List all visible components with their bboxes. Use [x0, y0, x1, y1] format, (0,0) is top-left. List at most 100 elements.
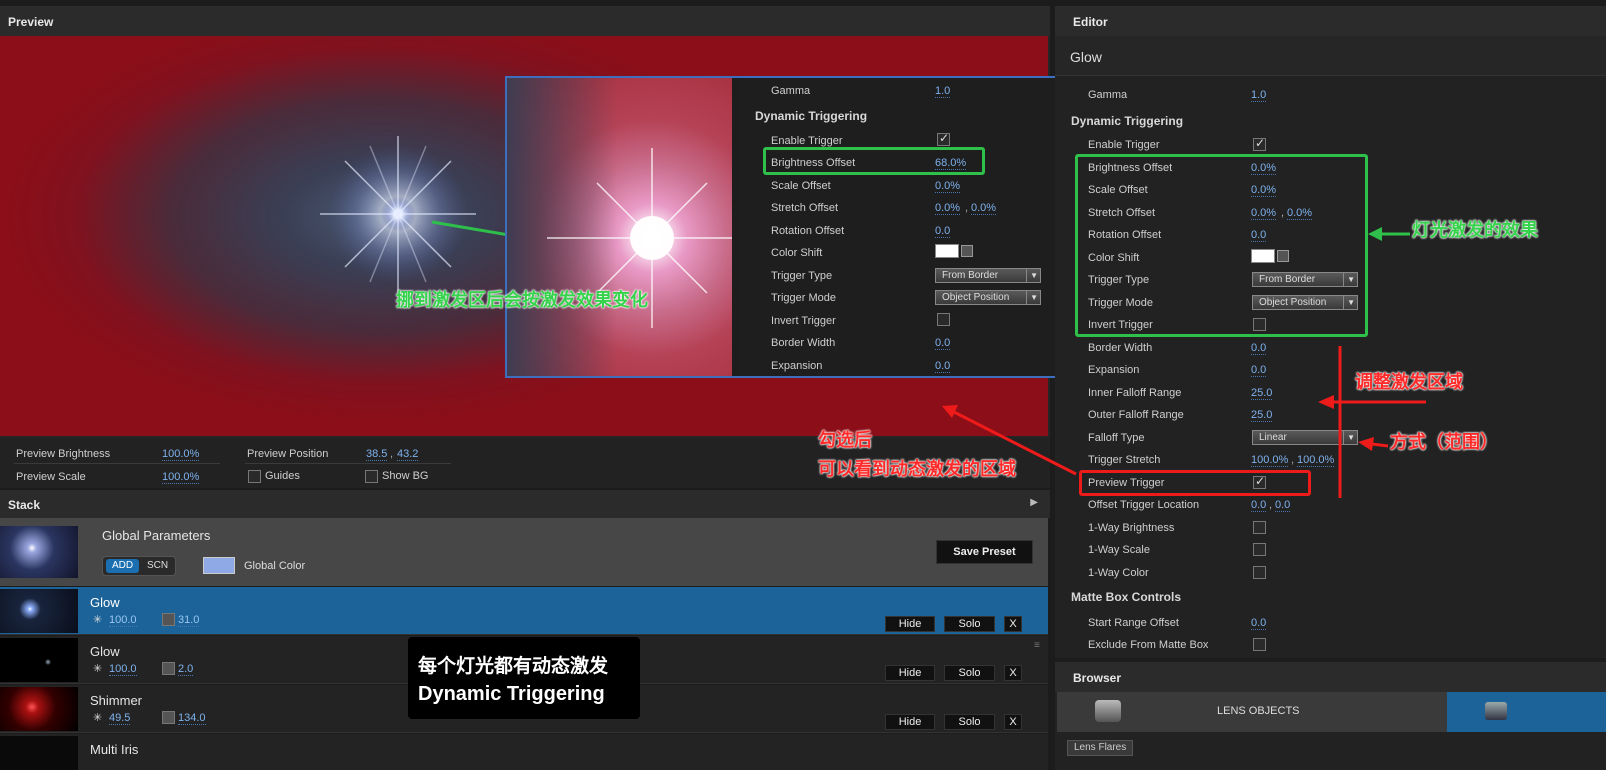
- global-color-swatch[interactable]: [203, 557, 235, 574]
- inset-color-swatch[interactable]: [935, 244, 973, 258]
- outer-falloff-value[interactable]: 25.0: [1251, 409, 1273, 422]
- guides-checkbox[interactable]: [248, 470, 261, 483]
- annotation-red-mode: 方式（范围）: [1390, 432, 1498, 452]
- stack-expand-icon[interactable]: ▶: [1030, 497, 1038, 508]
- inner-falloff-label: Inner Falloff Range: [1088, 387, 1182, 399]
- preview-brightness-value[interactable]: 100.0%: [162, 448, 200, 461]
- editor-highlight-red: [1079, 470, 1311, 496]
- layer-brightness[interactable]: 49.5: [109, 712, 131, 725]
- browser-tab-secondary[interactable]: [1447, 692, 1606, 732]
- guides-label: Guides: [265, 470, 300, 482]
- scale-icon: [162, 613, 175, 626]
- section-matte-box: Matte Box Controls: [1071, 590, 1182, 604]
- lens-objects-tab[interactable]: LENS OBJECTS: [1057, 692, 1449, 732]
- expansion-label: Expansion: [1088, 364, 1140, 376]
- remove-button[interactable]: X: [1004, 616, 1022, 632]
- inset-flare-image: [507, 78, 732, 376]
- expansion-value[interactable]: 0.0: [1251, 364, 1267, 377]
- scale-icon: [162, 711, 175, 724]
- inset-gamma-value[interactable]: 1.0: [935, 85, 951, 98]
- layer-name: Glow: [90, 595, 120, 610]
- trigger-stretch-x[interactable]: 100.0%: [1251, 454, 1289, 467]
- annotation-red-area: 调整激发区域: [1355, 372, 1463, 392]
- inset-type-dropdown[interactable]: From Border: [935, 268, 1041, 283]
- editor-row-expansion: Expansion 0.0: [1055, 359, 1606, 381]
- layer-brightness[interactable]: 100.0: [109, 614, 137, 627]
- annotation-red-check-2: 可以看到动态激发的区域: [818, 459, 1016, 479]
- oneway-scale-checkbox[interactable]: [1253, 543, 1266, 556]
- editor-highlight-green: [1075, 154, 1368, 337]
- preview-scale-value[interactable]: 100.0%: [162, 471, 200, 484]
- show-bg-checkbox[interactable]: [365, 470, 378, 483]
- enable-trigger-checkbox[interactable]: [1253, 136, 1266, 151]
- inset-gamma-label: Gamma: [771, 85, 811, 97]
- inset-scale-value[interactable]: 0.0%: [935, 180, 961, 193]
- brightness-icon: ✳: [93, 712, 103, 724]
- layer-thumb: [0, 736, 78, 770]
- falloff-type-dropdown[interactable]: Linear: [1252, 430, 1358, 445]
- preview-position-x[interactable]: 38.5: [366, 448, 388, 461]
- offset-location-y[interactable]: 0.0: [1275, 499, 1291, 512]
- gamma-value[interactable]: 1.0: [1251, 89, 1267, 102]
- remove-button[interactable]: X: [1004, 714, 1022, 730]
- layer-brightness[interactable]: 100.0: [109, 663, 137, 676]
- oneway-color-label: 1-Way Color: [1088, 567, 1149, 579]
- exclude-matte-checkbox[interactable]: [1253, 638, 1266, 651]
- solo-button[interactable]: Solo: [944, 665, 995, 681]
- border-width-value[interactable]: 0.0: [1251, 342, 1267, 355]
- inset-rotation-label: Rotation Offset: [771, 225, 845, 237]
- offset-location-x[interactable]: 0.0: [1251, 499, 1267, 512]
- layer-scale[interactable]: 2.0: [178, 663, 194, 676]
- inset-mode-dropdown[interactable]: Object Position: [935, 290, 1041, 305]
- oneway-brightness-checkbox[interactable]: [1253, 521, 1266, 534]
- preview-scale-label: Preview Scale: [16, 471, 86, 483]
- global-thumb: [0, 526, 78, 578]
- remove-button[interactable]: X: [1004, 665, 1022, 681]
- hide-button[interactable]: Hide: [885, 616, 935, 632]
- stack-scroll-grip[interactable]: ≡: [1034, 640, 1044, 680]
- preview-position-label: Preview Position: [247, 448, 329, 460]
- lens-objects-label: LENS OBJECTS: [1217, 705, 1300, 717]
- editor-row-outer: Outer Falloff Range 25.0: [1055, 404, 1606, 426]
- inset-expansion-value[interactable]: 0.0: [935, 360, 951, 373]
- lens-flares-tab[interactable]: Lens Flares: [1067, 740, 1134, 756]
- preview-brightness-label: Preview Brightness: [16, 448, 111, 460]
- inset-rotation-value[interactable]: 0.0: [935, 225, 951, 238]
- scn-button[interactable]: SCN: [141, 559, 174, 573]
- inset-stretch-x[interactable]: 0.0%: [935, 202, 961, 215]
- inner-falloff-value[interactable]: 25.0: [1251, 387, 1273, 400]
- add-button[interactable]: ADD: [106, 559, 139, 573]
- editor-row-start-range: Start Range Offset 0.0: [1055, 612, 1606, 634]
- start-range-value[interactable]: 0.0: [1251, 617, 1267, 630]
- inset-stretch-y[interactable]: 0.0%: [971, 202, 997, 215]
- editor-row-inner: Inner Falloff Range 25.0: [1055, 382, 1606, 404]
- stack-layer[interactable]: Glow ✳ 100.0 31.0 Hide Solo X: [0, 587, 1048, 635]
- brightness-icon: ✳: [93, 663, 103, 675]
- oneway-scale-label: 1-Way Scale: [1088, 544, 1150, 556]
- stack-layer[interactable]: Multi Iris: [0, 734, 1048, 770]
- inset-invert-checkbox[interactable]: [937, 313, 950, 326]
- inset-properties: Gamma 1.0 Dynamic Triggering Enable Trig…: [739, 78, 1060, 376]
- layer-scale[interactable]: 31.0: [178, 614, 200, 627]
- hide-button[interactable]: Hide: [885, 714, 935, 730]
- global-params-row: Global Parameters ADD SCN Global Color S…: [0, 518, 1048, 586]
- layer-scale[interactable]: 134.0: [178, 712, 206, 725]
- oneway-color-checkbox[interactable]: [1253, 566, 1266, 579]
- stack-header: Stack ▶: [0, 490, 1050, 518]
- browser-title: Browser: [1073, 671, 1122, 685]
- inset-border-value[interactable]: 0.0: [935, 337, 951, 350]
- trigger-stretch-y[interactable]: 100.0%: [1297, 454, 1335, 467]
- hide-button[interactable]: Hide: [885, 665, 935, 681]
- caption-line-1: 每个灯光都有动态激发: [418, 656, 609, 677]
- editor-row-enable: Enable Trigger: [1055, 134, 1606, 156]
- solo-button[interactable]: Solo: [944, 616, 995, 632]
- oneway-brightness-label: 1-Way Brightness: [1088, 522, 1175, 534]
- solo-button[interactable]: Solo: [944, 714, 995, 730]
- lens-icon: [1095, 700, 1121, 722]
- save-preset-button[interactable]: Save Preset: [936, 540, 1033, 564]
- inset-scale-label: Scale Offset: [771, 180, 831, 192]
- caption-line-2: Dynamic Triggering: [418, 683, 605, 705]
- inset-enable-checkbox[interactable]: [937, 131, 950, 146]
- preview-position-y[interactable]: 43.2: [397, 448, 419, 461]
- scale-icon: [162, 662, 175, 675]
